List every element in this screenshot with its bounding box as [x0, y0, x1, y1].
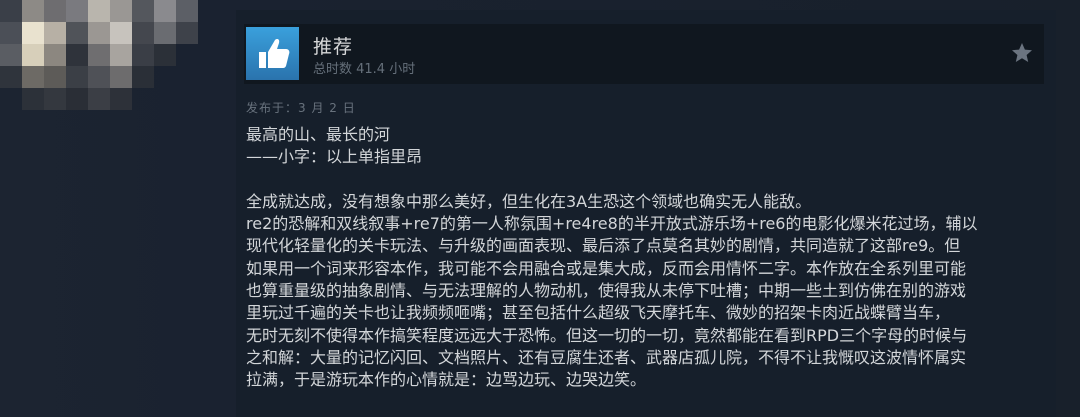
- review-card: 推荐 总时数 41.4 小时 发布于：3 月 2 日 最高的山、最长的河 ——小…: [236, 10, 1056, 417]
- thumbs-up-icon: [246, 27, 299, 80]
- review-body-line: 无时无刻不使得本作搞笑程度远远大于恐怖。但这一切的一切，竟然都能在看到RPD三个…: [246, 325, 968, 345]
- review-body-line: 之和解：大量的记忆闪回、文档照片、还有豆腐生还者、武器店孤儿院，不得不让我慨叹这…: [246, 347, 967, 367]
- review-content: 最高的山、最长的河 ——小字：以上单指里昂 全成就达成，没有想象中那么美好，但生…: [246, 124, 1046, 392]
- avatar[interactable]: [0, 0, 220, 120]
- review-page: 推荐 总时数 41.4 小时 发布于：3 月 2 日 最高的山、最长的河 ——小…: [0, 0, 1080, 417]
- review-title-line: 最高的山、最长的河: [246, 125, 391, 144]
- review-body-line: 也算重量级的抽象剧情、与无法理解的人物动机，使得我从未停下吐槽；中期一些土到仿佛…: [246, 281, 967, 301]
- blurred-avatar-image: [0, 0, 220, 120]
- review-body-line: 里玩过千遍的关卡也让我频频咂嘴；甚至包括什么超级飞天摩托车、微妙的招架卡肉近战蝶…: [246, 303, 951, 323]
- review-body-line: 拉满，于是游玩本作的心情就是：边骂边玩、边哭边笑。: [246, 370, 647, 390]
- award-star-icon[interactable]: [1010, 41, 1034, 65]
- posted-date: 发布于：3 月 2 日: [246, 101, 356, 115]
- review-subtitle-line: ——小字：以上单指里昂: [246, 147, 423, 167]
- review-body-line: re2的恐解和双线叙事+re7的第一人称氛围+re4re8的半开放式游乐场+re…: [246, 214, 978, 234]
- review-body-line: 现代化轻量化的关卡玩法、与升级的画面表现、最后添了点莫名其妙的剧情，共同造就了这…: [246, 236, 961, 256]
- review-body-line: 全成就达成，没有想象中那么美好，但生化在3A生恐这个领域也确实无人能敌。: [246, 191, 812, 211]
- vote-header: 推荐 总时数 41.4 小时: [244, 24, 1044, 84]
- vote-title: 推荐: [313, 36, 354, 58]
- playtime-hours: 总时数 41.4 小时: [313, 62, 416, 77]
- review-body-line: 如果用一个词来形容本作，我可能不会用融合或是集大成，反而会用情怀二字。本作放在全…: [246, 258, 967, 278]
